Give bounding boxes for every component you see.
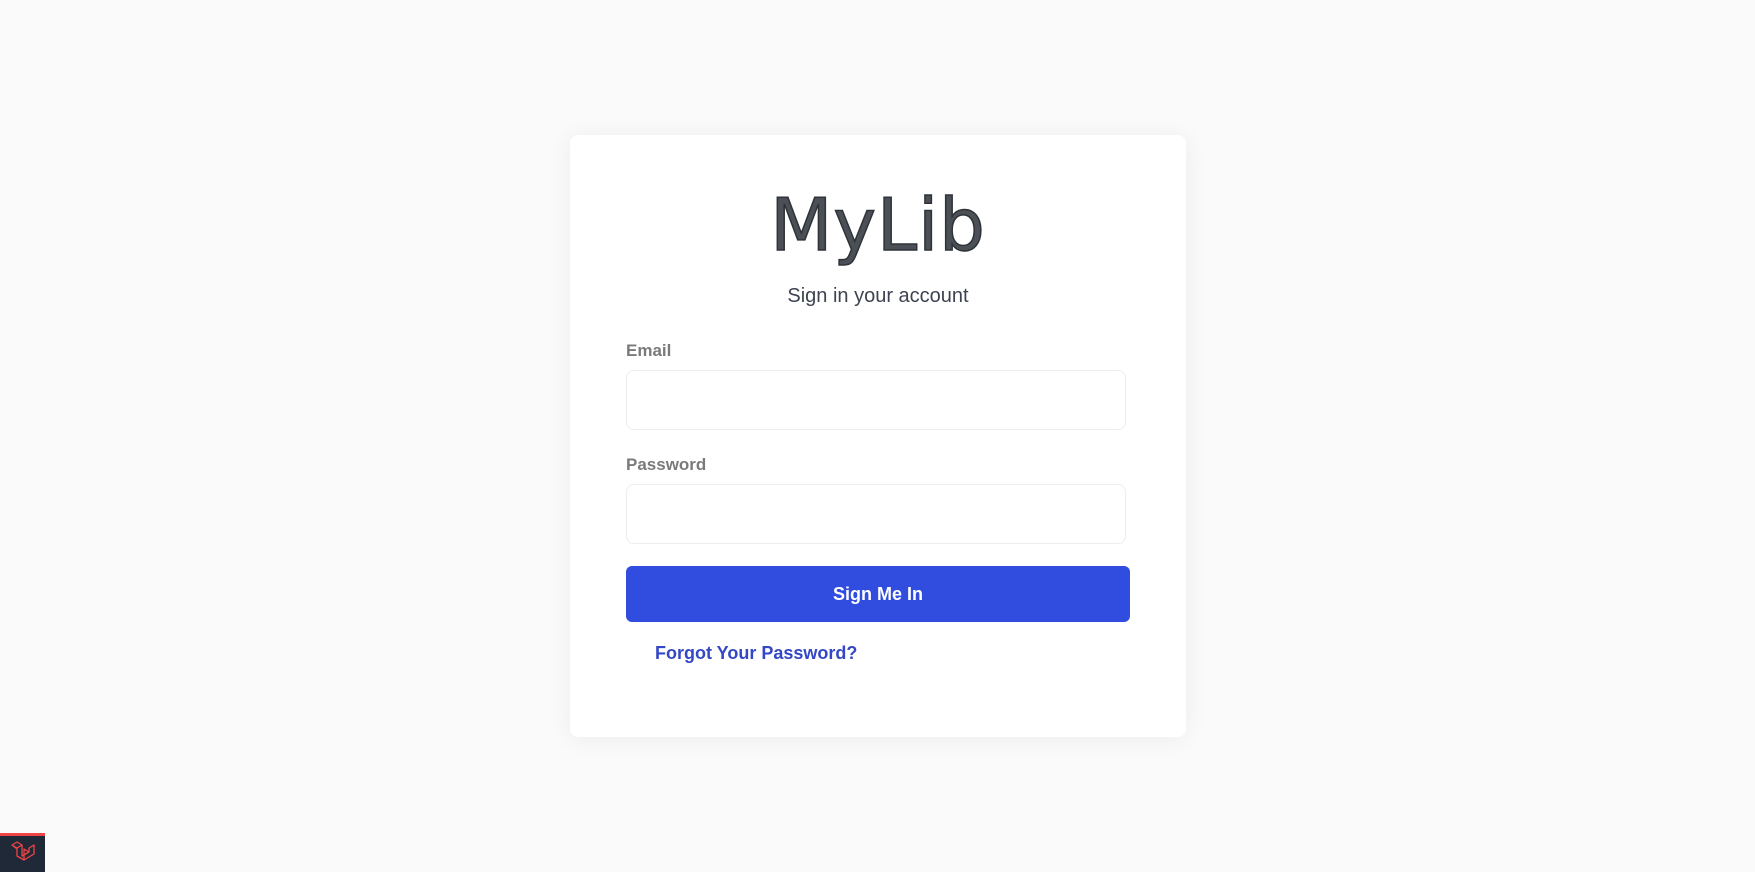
laravel-icon xyxy=(10,840,36,869)
password-field[interactable] xyxy=(626,484,1126,544)
password-label: Password xyxy=(626,455,707,474)
email-label: Email xyxy=(626,341,672,360)
brand-logo: MyLib xyxy=(769,183,986,267)
forgot-password-link[interactable]: Forgot Your Password? xyxy=(655,643,857,664)
debug-toolbar-toggle[interactable] xyxy=(0,833,45,872)
page-subtitle: Sign in your account xyxy=(787,285,969,307)
email-field[interactable] xyxy=(626,370,1126,430)
login-card: MyLib Sign in your account Email Passwor… xyxy=(570,135,1186,737)
sign-in-button[interactable]: Sign Me In xyxy=(626,566,1130,622)
